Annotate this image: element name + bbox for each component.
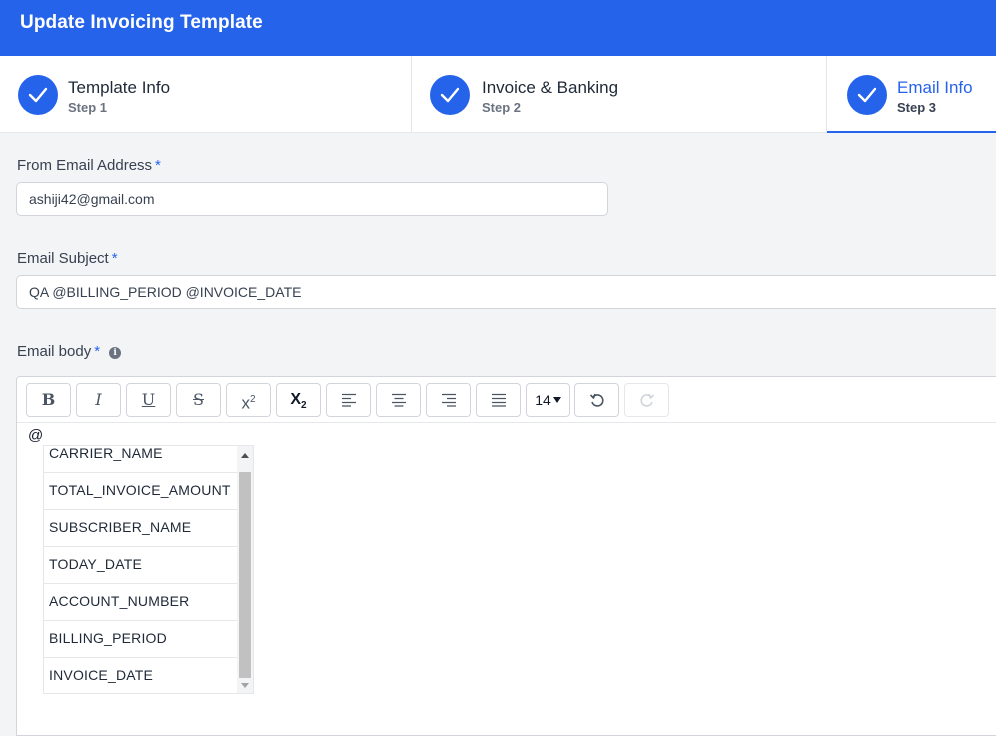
suggestion-item[interactable]: ACCOUNT_NUMBER <box>44 584 238 621</box>
subscript-button[interactable]: X2 <box>276 383 321 417</box>
editor-content[interactable]: @ <box>28 427 43 444</box>
align-left-icon <box>341 393 356 407</box>
check-icon <box>857 87 877 103</box>
suggestions-scrollbar[interactable] <box>237 446 253 693</box>
step-complete-badge <box>430 75 470 115</box>
email-body-editor[interactable]: B I U S x2 X2 14 @ CARRIER_NAME TOTAL_IN… <box>16 376 996 736</box>
scrollbar-thumb[interactable] <box>239 472 251 678</box>
email-body-label: Email body * i <box>17 343 122 360</box>
check-icon <box>440 87 460 103</box>
step-number: Step 3 <box>897 100 937 115</box>
undo-icon <box>589 393 604 407</box>
step-complete-badge <box>18 75 58 115</box>
suggestion-item[interactable]: INVOICE_DATE <box>44 658 238 693</box>
redo-icon <box>639 393 654 407</box>
undo-button[interactable] <box>574 383 619 417</box>
app-header: Update Invoicing Template <box>0 0 996 56</box>
step-invoice-banking[interactable]: Invoice & Banking Step 2 <box>412 56 827 133</box>
step-name: Template Info <box>68 78 171 97</box>
bold-button[interactable]: B <box>26 383 71 417</box>
info-icon[interactable]: i <box>109 347 122 359</box>
check-icon <box>28 87 48 103</box>
align-justify-button[interactable] <box>476 383 521 417</box>
align-center-icon <box>391 393 406 407</box>
required-marker: * <box>111 250 118 267</box>
required-marker: * <box>155 157 161 174</box>
caret-down-icon <box>552 397 561 403</box>
align-center-button[interactable] <box>376 383 421 417</box>
align-right-button[interactable] <box>426 383 471 417</box>
suggestion-item[interactable]: TOTAL_INVOICE_AMOUNT <box>44 473 238 510</box>
suggestion-item[interactable]: TODAY_DATE <box>44 547 238 584</box>
step-email-info[interactable]: Email Info Step 3 <box>827 56 996 133</box>
suggestion-item[interactable]: BILLING_PERIOD <box>44 621 238 658</box>
step-name: Invoice & Banking <box>482 78 619 97</box>
stepper: Template Info Step 1 Invoice & Banking S… <box>0 56 996 133</box>
page-title: Update Invoicing Template <box>20 12 263 33</box>
step-number: Step 2 <box>482 100 522 115</box>
superscript-button[interactable]: x2 <box>226 383 271 417</box>
email-subject-field[interactable]: QA @BILLING_PERIOD @INVOICE_DATE <box>16 275 996 309</box>
mention-suggestions: CARRIER_NAME TOTAL_INVOICE_AMOUNT SUBSCR… <box>43 445 254 694</box>
scroll-up-icon[interactable] <box>241 453 249 458</box>
strikethrough-button[interactable]: S <box>176 383 221 417</box>
redo-button[interactable] <box>624 383 669 417</box>
step-complete-badge <box>847 75 887 115</box>
editor-toolbar: B I U S x2 X2 14 <box>17 377 996 423</box>
from-email-label: From Email Address * <box>17 157 161 174</box>
align-justify-icon <box>491 393 506 407</box>
underline-button[interactable]: U <box>126 383 171 417</box>
align-left-button[interactable] <box>326 383 371 417</box>
align-right-icon <box>441 393 456 407</box>
step-number: Step 1 <box>68 100 108 115</box>
suggestion-item[interactable]: CARRIER_NAME <box>44 446 238 473</box>
email-subject-label: Email Subject * <box>17 250 118 267</box>
from-email-field[interactable]: ashiji42@gmail.com <box>16 182 608 216</box>
required-marker: * <box>94 343 101 360</box>
step-template-info[interactable]: Template Info Step 1 <box>0 56 412 133</box>
italic-button[interactable]: I <box>76 383 121 417</box>
suggestion-item[interactable]: SUBSCRIBER_NAME <box>44 510 238 547</box>
font-size-select[interactable]: 14 <box>526 383 570 417</box>
scroll-down-icon[interactable] <box>241 683 249 688</box>
step-name: Email Info <box>897 78 973 97</box>
